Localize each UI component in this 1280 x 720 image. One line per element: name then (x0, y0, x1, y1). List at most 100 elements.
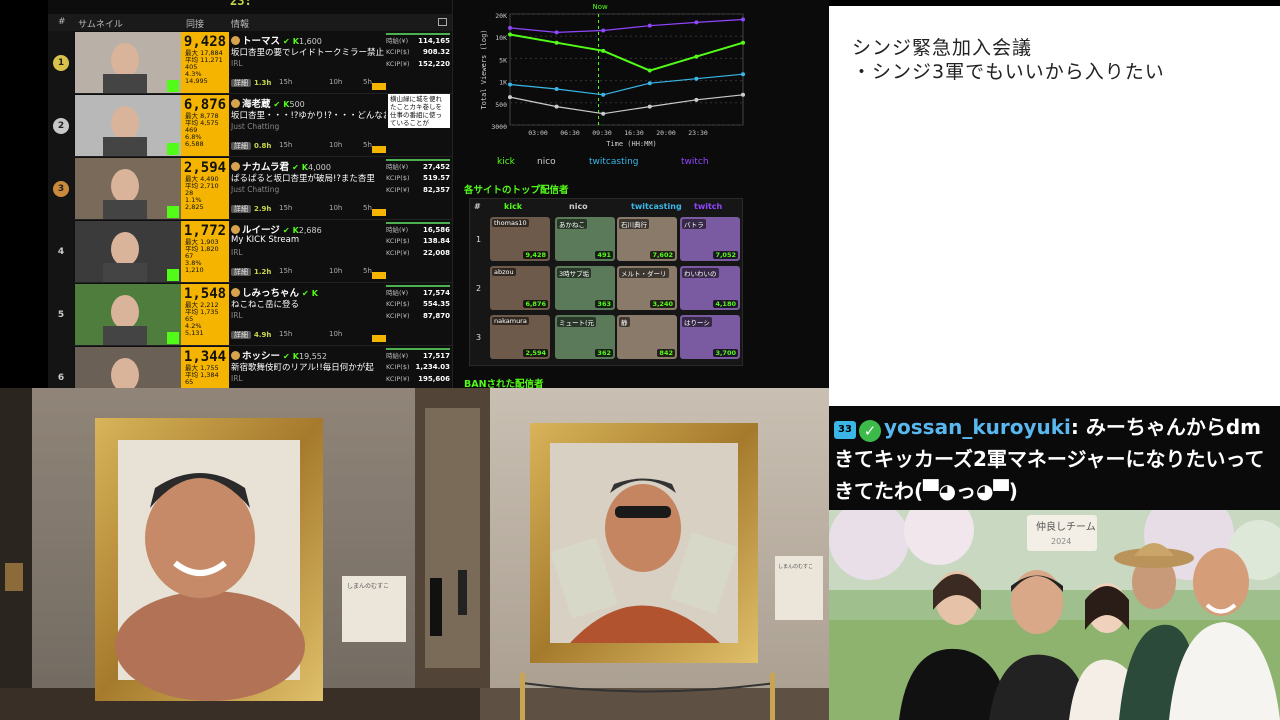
sparkline-bars (372, 330, 386, 342)
data-point[interactable] (508, 82, 512, 87)
data-point[interactable] (601, 92, 606, 97)
data-point[interactable] (741, 40, 745, 45)
stream-thumbnail[interactable] (75, 221, 181, 282)
top-streamer-cell[interactable]: 石川典行 7,602 (617, 217, 677, 261)
top-streamer-cell[interactable]: あかねこ 491 (555, 217, 615, 261)
avatar (231, 225, 240, 234)
data-point[interactable] (741, 72, 745, 77)
top-streamer-cell[interactable]: thomas10 9,428 (490, 217, 550, 261)
tops-title: 各サイトのトップ配信者 (464, 185, 569, 196)
ranking-topbar: 23: (48, 0, 452, 10)
top-streamer-name: 3時サブ垢 (557, 268, 592, 278)
plot-area (509, 13, 744, 126)
data-point[interactable] (647, 81, 652, 86)
stream-title: 坂口杏里の要でレイドトークミラー禁止 (231, 48, 385, 58)
follower-count: 500 (289, 100, 305, 109)
data-point[interactable] (694, 20, 699, 25)
data-point[interactable] (508, 95, 512, 100)
rank-cell: 4 (48, 220, 74, 283)
stream-thumbnail[interactable] (75, 284, 181, 345)
top-streamer-count: 2,594 (523, 349, 548, 357)
kick-icon: K (311, 289, 318, 298)
data-point[interactable] (554, 104, 559, 109)
top-streamer-cell[interactable]: nakamura 2,594 (490, 315, 550, 359)
stream-thumbnail[interactable] (75, 347, 181, 388)
timeline-tick: 15h (279, 78, 293, 86)
data-point[interactable] (694, 97, 699, 102)
legend-twitcasting[interactable]: twitcasting (589, 157, 639, 167)
timeline-tick: 15h (279, 204, 293, 212)
data-point[interactable] (554, 30, 559, 35)
top-streamer-cell[interactable]: 静 842 (617, 315, 677, 359)
detail-button[interactable]: 詳細 (231, 331, 251, 339)
ranking-header: # サムネイル 同接 情報 (48, 14, 452, 31)
earning-row: 時給(¥) 16,586 (386, 222, 450, 235)
y-tick-label: 500 (495, 101, 507, 109)
top-streamer-count: 9,428 (523, 251, 548, 259)
stream-thumbnail[interactable] (75, 95, 181, 156)
data-point[interactable] (601, 111, 606, 116)
earning-value: 152,220 (418, 60, 450, 68)
stream-info: ルイージ ✔ K2,686 My KICK Stream IRL 詳細 1.2h 15h 1… (231, 222, 386, 282)
avatar (231, 162, 240, 171)
detail-button[interactable]: 詳細 (231, 268, 251, 276)
legend-kick[interactable]: kick (497, 157, 515, 167)
top-streamer-name: nakamura (492, 317, 529, 325)
earning-label: KCIP(¥) (386, 60, 410, 68)
ranking-row[interactable]: 6 1,344 最大 1,755 平均 1,384 65 ホッシー ✔ K19,552 新宿… (48, 346, 452, 388)
data-point[interactable] (647, 23, 652, 28)
earnings: 時給(¥) 17,574 KCIP($) 554.35 KCIP(¥) 87,870 (386, 285, 450, 323)
ranking-row[interactable]: 5 1,548 最大 2,212 平均 1,735 65 4.2% 5,131 しみっちゃん … (48, 283, 452, 346)
legend-twitch[interactable]: twitch (681, 157, 709, 167)
viewer-count: 1,772 (183, 223, 227, 239)
ranking-row[interactable]: 1 9,428 最大 17,884 平均 11,271 405 4.3% 14,995 トーマ… (48, 31, 452, 94)
sub-badge: 33 (834, 421, 856, 439)
data-point[interactable] (554, 40, 559, 45)
detail-button[interactable]: 詳細 (231, 79, 251, 87)
top-streamer-cell[interactable]: バトラ 7,052 (680, 217, 740, 261)
data-point[interactable] (694, 54, 699, 59)
top-streamer-cell[interactable]: わいわいの 4,180 (680, 266, 740, 310)
top-streamer-count: 363 (595, 300, 613, 308)
header-rank: # (58, 17, 66, 27)
rank-number: 6 (57, 373, 65, 383)
follower-count: 2,686 (298, 226, 322, 235)
data-point[interactable] (554, 86, 559, 91)
data-point[interactable] (694, 76, 699, 81)
top-streamer-cell[interactable]: ミュート(元 362 (555, 315, 615, 359)
data-point[interactable] (508, 25, 512, 30)
viewer-count: 1,344 (183, 349, 227, 365)
stream-info: ホッシー ✔ K19,552 新宿歌舞伎町のリアル!!毎日何かが起 IRL (231, 348, 386, 388)
x-tick-label: 06:30 (560, 129, 580, 137)
chat-username[interactable]: yossan_kuroyuki (884, 415, 1071, 439)
top-streamer-cell[interactable]: はりーシ 3,700 (680, 315, 740, 359)
earning-row: KCIP($) 138.84 (386, 235, 450, 248)
detail-button[interactable]: 詳細 (231, 205, 251, 213)
group-photo-illustration: 仲良しチーム 2024 (829, 510, 1280, 720)
timeline-tick: 10h (329, 141, 343, 149)
sparkline-bars (372, 78, 386, 90)
top-streamer-cell[interactable]: 3時サブ垢 363 (555, 266, 615, 310)
detail-button[interactable]: 詳細 (231, 142, 251, 150)
legend-nico[interactable]: nico (537, 157, 556, 167)
data-point[interactable] (647, 104, 652, 109)
data-point[interactable] (741, 17, 745, 22)
top-streamer-cell[interactable]: メルト・ダーリ 3,240 (617, 266, 677, 310)
top-streamer-cell[interactable]: abzou 6,876 (490, 266, 550, 310)
stream-thumbnail[interactable] (75, 32, 181, 93)
data-point[interactable] (601, 48, 606, 53)
ranking-row[interactable]: 2 6,876 最大 8,778 平均 4,575 469 6.8% 6,588 海老蔵 ✔ … (48, 94, 452, 157)
expand-icon[interactable] (438, 18, 447, 26)
rank-medal-icon: 3 (53, 181, 69, 197)
viewer-stats: 最大 1,755 平均 1,384 65 (181, 365, 229, 386)
data-point[interactable] (741, 92, 745, 97)
stream-thumbnail[interactable] (75, 158, 181, 219)
data-point[interactable] (647, 68, 652, 73)
ranking-row[interactable]: 4 1,772 最大 1,903 平均 1,820 67 3.8% 1,210 ルイージ ✔ … (48, 220, 452, 283)
top-streamer-name: thomas10 (492, 219, 529, 227)
data-point[interactable] (508, 32, 512, 37)
data-point[interactable] (601, 28, 606, 33)
timeline-tick: 15h (279, 267, 293, 275)
ranking-row[interactable]: 3 2,594 最大 4,490 平均 2,710 28 1.1% 2,825 ナカムラ君 ✔… (48, 157, 452, 220)
rank-cell: 6 (48, 346, 74, 388)
